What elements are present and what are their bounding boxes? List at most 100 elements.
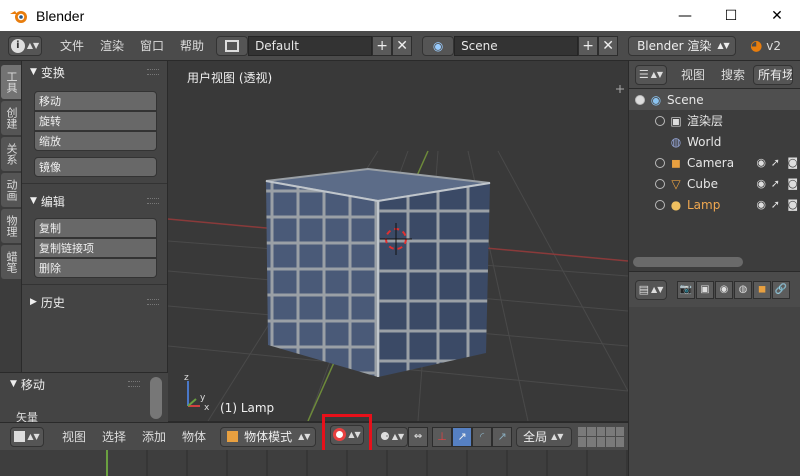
tab-animation[interactable]: 动画 — [1, 173, 21, 207]
outliner-row-scene[interactable]: ◉ Scene — [629, 89, 800, 110]
visibility-eye-icon[interactable]: ◉ — [756, 177, 766, 190]
edit-panel-header[interactable]: ▼ 编辑 — [22, 190, 167, 212]
tab-relations[interactable]: 关系 — [1, 137, 21, 171]
remove-layout-button[interactable]: ✕ — [392, 35, 413, 56]
manipulator-toggle-icon[interactable]: ⇔ — [408, 426, 429, 447]
rotate-button[interactable]: 旋转 — [34, 111, 157, 131]
outliner-row-render-layers[interactable]: ▣ 渲染层 — [629, 110, 800, 131]
render-camera-icon[interactable]: ◙ — [787, 177, 798, 190]
tab-grease-pencil[interactable]: 蜡笔 — [1, 245, 21, 279]
outliner-editor-type-button[interactable]: ☰ ▲▼ — [635, 64, 667, 85]
outliner-scrollbar[interactable] — [633, 257, 743, 267]
editor-type-button[interactable]: ▲▼ — [10, 426, 44, 447]
plus-icon: + — [376, 37, 388, 54]
visibility-eye-icon[interactable]: ◉ — [756, 198, 766, 211]
outliner-menu-search[interactable]: 搜索 — [713, 66, 753, 83]
add-scene-button[interactable]: + — [578, 35, 599, 56]
editor-type-button[interactable]: i ▲▼ — [8, 35, 42, 56]
menu-file[interactable]: 文件 — [52, 37, 92, 54]
viewport-canvas[interactable] — [168, 61, 628, 421]
chevron-updown-icon: ▲▼ — [391, 432, 405, 441]
drag-grip-icon[interactable] — [128, 381, 140, 387]
drag-grip-icon[interactable] — [147, 69, 159, 75]
scene-tab-icon[interactable]: ◉ — [715, 280, 733, 299]
outliner-display-filter[interactable]: 所有场 — [753, 64, 794, 85]
expand-toggle-icon[interactable] — [655, 115, 665, 126]
move-manipulator-icon[interactable]: ↗ — [452, 426, 473, 447]
render-camera-icon[interactable]: ◙ — [787, 198, 798, 211]
screen-layout-field[interactable]: Default — [248, 35, 373, 56]
properties-editor: ▤ ▲▼ 📷 ▣ ◉ ◍ ◼ 🔗 — [628, 271, 800, 476]
constraints-tab-icon[interactable]: 🔗 — [772, 280, 790, 299]
rotate-manipulator-icon[interactable]: ◜ — [472, 426, 493, 447]
move-operator-header[interactable]: ▼ 移动 — [0, 373, 168, 395]
scene-field[interactable]: Scene — [454, 35, 579, 56]
info-icon: i — [10, 38, 25, 53]
tab-create[interactable]: 创建 — [1, 101, 21, 135]
duplicate-button[interactable]: 复制 — [34, 218, 157, 238]
expand-toggle-icon[interactable] — [655, 157, 665, 168]
duplicate-linked-button[interactable]: 复制链接项 — [34, 238, 157, 258]
transform-panel-header[interactable]: ▼ 变换 — [22, 61, 167, 83]
viewport-corner-plus-icon[interactable] — [616, 85, 624, 93]
menu-view[interactable]: 视图 — [54, 428, 94, 445]
outliner-row-cube[interactable]: ▽ Cube ◉ ➚ ◙ — [629, 173, 800, 194]
outliner-menu-view[interactable]: 视图 — [673, 66, 713, 83]
world-tab-icon[interactable]: ◍ — [734, 280, 752, 299]
outliner-row-camera[interactable]: ◼ Camera ◉ ➚ ◙ — [629, 152, 800, 173]
expand-toggle-icon[interactable] — [655, 178, 665, 189]
menu-select[interactable]: 选择 — [94, 428, 134, 445]
minimize-button[interactable]: — — [662, 0, 708, 31]
menu-object[interactable]: 物体 — [174, 428, 214, 445]
cube-object[interactable] — [265, 167, 491, 377]
outliner-row-label: 渲染层 — [687, 114, 724, 128]
orientation-dropdown[interactable]: 全局 ▲▼ — [516, 426, 573, 447]
selectable-arrow-icon[interactable]: ➚ — [771, 198, 780, 211]
timeline-area[interactable] — [0, 450, 628, 476]
move-button[interactable]: 移动 — [34, 91, 157, 111]
tab-physics[interactable]: 物理 — [1, 209, 21, 243]
scale-manipulator-icon[interactable]: ↗ — [492, 426, 513, 447]
drag-grip-icon[interactable] — [147, 198, 159, 204]
delete-button[interactable]: 删除 — [34, 258, 157, 278]
selectable-arrow-icon[interactable]: ➚ — [771, 177, 780, 190]
pivot-point-dropdown[interactable]: ⚈ ▲▼ — [376, 426, 409, 447]
remove-scene-button[interactable]: ✕ — [598, 35, 619, 56]
outliner-header: ☰ ▲▼ 视图 搜索 所有场 — [629, 61, 800, 89]
menu-render[interactable]: 渲染 — [92, 37, 132, 54]
outliner-row-lamp[interactable]: ● Lamp ◉ ➚ ◙ — [629, 194, 800, 215]
render-layers-tab-icon[interactable]: ▣ — [696, 280, 714, 299]
screen-layout-browse-button[interactable] — [216, 35, 249, 56]
drag-grip-icon[interactable] — [147, 299, 159, 305]
3d-viewport[interactable]: 用户视图 (透视) z y x (1) Lamp — [168, 61, 628, 421]
menu-window[interactable]: 窗口 — [132, 37, 172, 54]
close-window-button[interactable]: ✕ — [754, 0, 800, 31]
add-layout-button[interactable]: + — [372, 35, 393, 56]
history-panel-title: 历史 — [40, 295, 65, 310]
panel-scrollbar[interactable] — [150, 377, 162, 419]
menu-add[interactable]: 添加 — [134, 428, 174, 445]
selectable-arrow-icon[interactable]: ➚ — [771, 156, 780, 169]
viewport-shading-dropdown[interactable]: ▲▼ — [330, 424, 365, 445]
render-camera-icon[interactable]: ◙ — [787, 156, 798, 169]
visibility-eye-icon[interactable]: ◉ — [756, 156, 766, 169]
layer-buttons[interactable] — [578, 426, 625, 447]
axis-gizmo-icon — [187, 381, 200, 407]
properties-editor-type-button[interactable]: ▤ ▲▼ — [635, 279, 667, 300]
expand-toggle-icon[interactable] — [635, 94, 645, 105]
render-tab-icon[interactable]: 📷 — [677, 280, 695, 299]
render-engine-dropdown[interactable]: Blender 渲染 ▲▼ — [628, 35, 737, 56]
outliner-row-world[interactable]: ◍ World — [629, 131, 800, 152]
mirror-button[interactable]: 镜像 — [34, 157, 157, 177]
mode-dropdown[interactable]: 物体模式 ▲▼ — [220, 426, 317, 447]
translate-manipulator-icon[interactable]: ⊥ — [432, 426, 453, 447]
collapse-triangle-icon: ▼ — [30, 196, 37, 206]
menu-help[interactable]: 帮助 — [172, 37, 212, 54]
history-panel-header[interactable]: ▶ 历史 — [22, 291, 167, 313]
maximize-button[interactable]: ☐ — [708, 0, 754, 31]
expand-toggle-icon[interactable] — [655, 199, 665, 210]
tab-tools[interactable]: 工具 — [1, 65, 21, 99]
scene-browse-button[interactable]: ◉ — [422, 35, 455, 56]
scale-button[interactable]: 缩放 — [34, 131, 157, 151]
object-tab-icon[interactable]: ◼ — [753, 280, 771, 299]
